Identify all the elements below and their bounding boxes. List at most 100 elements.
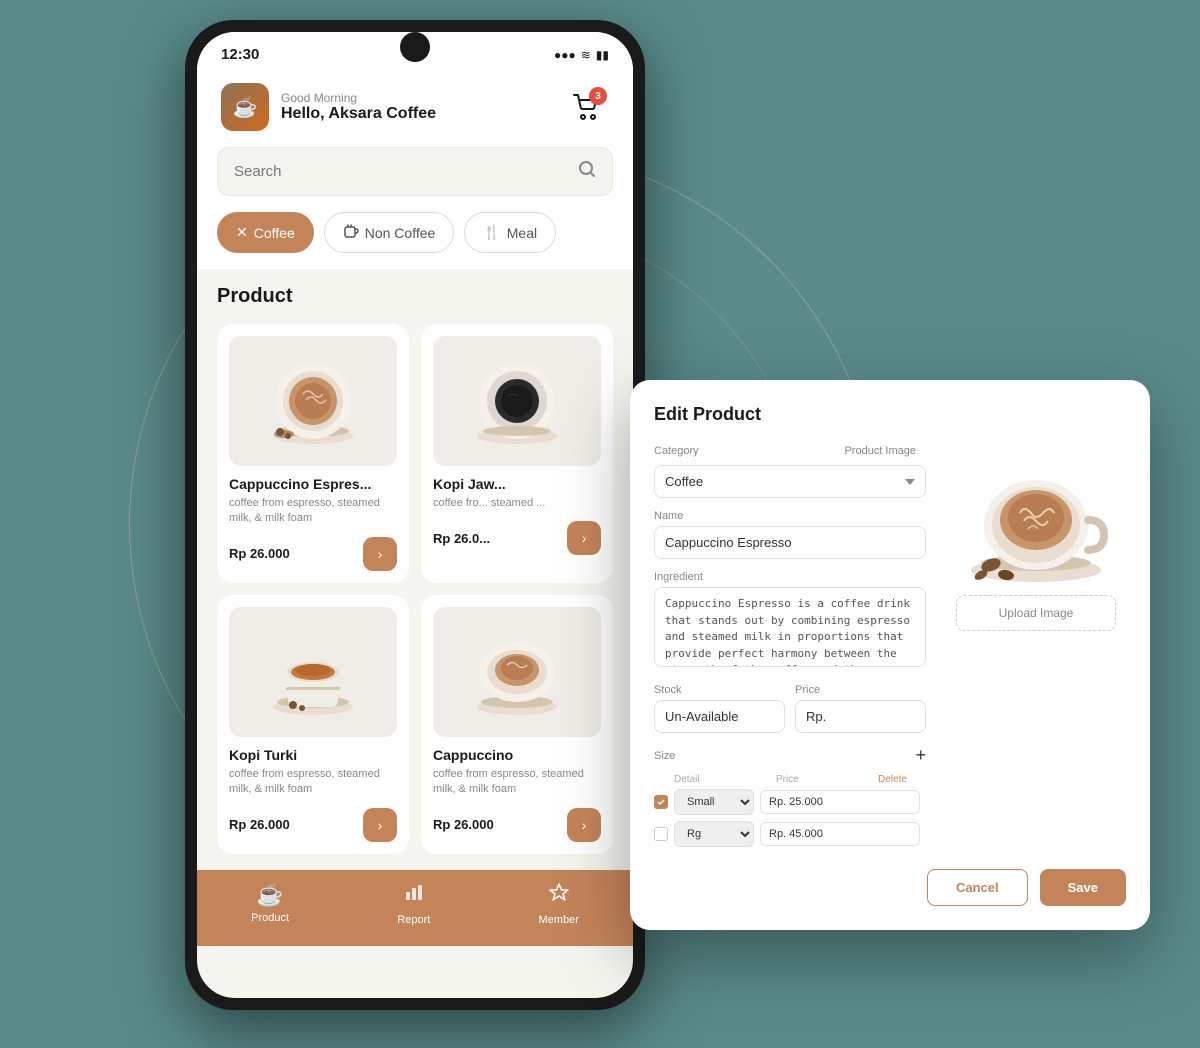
- name-input[interactable]: [654, 526, 926, 559]
- search-bar[interactable]: [217, 147, 613, 196]
- member-nav-label: Member: [539, 914, 579, 926]
- user-name: Hello, Aksara Coffee: [281, 105, 436, 123]
- product-footer-1: Rp 26.000 ›: [229, 537, 397, 571]
- nav-member[interactable]: Member: [539, 882, 579, 926]
- cart-badge: 3: [589, 87, 607, 105]
- battery-icon: ▮▮: [596, 48, 609, 62]
- member-nav-icon: [548, 882, 570, 910]
- product-arrow-3[interactable]: ›: [363, 808, 397, 842]
- ingredient-textarea[interactable]: Cappuccino Espresso is a coffee drink th…: [654, 587, 926, 667]
- product-name-3: Kopi Turki: [229, 747, 397, 763]
- product-name-4: Cappuccino: [433, 747, 601, 763]
- nav-product[interactable]: ☕ Product: [251, 882, 289, 926]
- stock-label: Stock: [654, 684, 785, 696]
- product-arrow-4[interactable]: ›: [567, 808, 601, 842]
- ingredient-label: Ingredient: [654, 571, 926, 583]
- ingredient-group: Ingredient Cappuccino Espresso is a coff…: [654, 571, 926, 672]
- product-image-4: [433, 607, 601, 737]
- size-checkbox-1[interactable]: [654, 795, 668, 809]
- nav-report[interactable]: Report: [397, 882, 430, 926]
- search-container: [197, 147, 633, 212]
- status-time: 12:30: [221, 46, 259, 63]
- product-price-4: Rp 26.000: [433, 817, 494, 832]
- size-section: Size + Detail Price Delete Small: [654, 745, 926, 847]
- product-footer-4: Rp 26.000 ›: [433, 808, 601, 842]
- price-group: Price: [795, 684, 926, 733]
- category-label: Category: [654, 445, 699, 457]
- coffee-x-icon: ✕: [236, 224, 248, 241]
- name-label: Name: [654, 510, 926, 522]
- status-icons: ●●● ≋ ▮▮: [554, 48, 609, 62]
- coffee-label: Coffee: [254, 225, 295, 241]
- product-image-label: Product Image: [844, 445, 916, 457]
- product-desc-2: coffee fro... steamed ...: [433, 496, 601, 511]
- modal-image-section: Upload Image: [946, 445, 1126, 853]
- modal-footer: Cancel Save: [654, 869, 1126, 906]
- header-text: Good Morning Hello, Aksara Coffee: [281, 91, 436, 123]
- size-checkbox-2[interactable]: [654, 827, 668, 841]
- section-title: Product: [217, 285, 613, 308]
- size-col-headers: Detail Price Delete: [654, 774, 926, 785]
- stock-input[interactable]: [654, 700, 785, 733]
- size-label: Size: [654, 750, 675, 762]
- product-nav-icon: ☕: [256, 882, 283, 908]
- meal-label: Meal: [507, 225, 537, 241]
- product-image-2: [433, 336, 601, 466]
- cup-icon: [343, 223, 359, 242]
- product-arrow-2[interactable]: ›: [567, 521, 601, 555]
- size-price-1[interactable]: [760, 790, 920, 814]
- cancel-button[interactable]: Cancel: [927, 869, 1028, 906]
- product-footer-2: Rp 26.0... ›: [433, 521, 601, 555]
- product-card-3: Kopi Turki coffee from espresso, steamed…: [217, 595, 409, 854]
- category-select[interactable]: Coffee: [654, 465, 926, 498]
- product-card-1: Cappuccino Espres... coffee from espress…: [217, 324, 409, 583]
- product-card-2: Kopi Jaw... coffee fro... steamed ... Rp…: [421, 324, 613, 583]
- product-desc-4: coffee from espresso, steamed milk, & mi…: [433, 767, 601, 798]
- product-price-1: Rp 26.000: [229, 546, 290, 561]
- size-select-1[interactable]: Small: [674, 789, 754, 815]
- header-left: ☕ Good Morning Hello, Aksara Coffee: [221, 83, 436, 131]
- wifi-icon: ≋: [581, 48, 591, 62]
- modal-form: Category Product Image Coffee Name Ingre…: [654, 445, 926, 853]
- product-section: Product: [197, 269, 633, 870]
- category-group: Coffee: [654, 465, 926, 498]
- category-coffee[interactable]: ✕ Coffee: [217, 212, 314, 253]
- report-nav-label: Report: [397, 914, 430, 926]
- size-delete-col: Delete: [878, 774, 926, 785]
- product-desc-1: coffee from espresso, steamed milk, & mi…: [229, 496, 397, 527]
- phone-screen: 12:30 ●●● ≋ ▮▮ ☕ Good Morning Hello, Aks…: [197, 32, 633, 998]
- price-input[interactable]: [795, 700, 926, 733]
- size-price-col: Price: [776, 774, 872, 785]
- avatar: ☕: [221, 83, 269, 131]
- category-meal[interactable]: 🍴 Meal: [464, 212, 556, 253]
- product-name-1: Cappuccino Espres...: [229, 476, 397, 492]
- product-price-2: Rp 26.0...: [433, 531, 490, 546]
- cart-button[interactable]: 3: [565, 85, 609, 129]
- name-group: Name: [654, 510, 926, 559]
- upload-image-button[interactable]: Upload Image: [956, 595, 1116, 631]
- size-add-button[interactable]: +: [915, 745, 926, 766]
- product-price-3: Rp 26.000: [229, 817, 290, 832]
- product-arrow-1[interactable]: ›: [363, 537, 397, 571]
- product-card-4: Cappuccino coffee from espresso, steamed…: [421, 595, 613, 854]
- search-input[interactable]: [234, 163, 568, 180]
- fork-icon: 🍴: [483, 224, 500, 241]
- product-image-1: [229, 336, 397, 466]
- product-name-2: Kopi Jaw...: [433, 476, 601, 492]
- price-label: Price: [795, 684, 926, 696]
- edit-product-modal: Edit Product Category Product Image Coff…: [630, 380, 1150, 930]
- search-icon: [578, 160, 596, 183]
- stock-group: Stock: [654, 684, 785, 733]
- size-detail-col: Detail: [674, 774, 770, 785]
- size-row-2: Rg: [654, 821, 926, 847]
- signal-icon: ●●●: [554, 48, 576, 62]
- category-non-coffee[interactable]: Non Coffee: [324, 212, 455, 253]
- app-header: ☕ Good Morning Hello, Aksara Coffee 3: [197, 71, 633, 147]
- size-price-2[interactable]: [760, 822, 920, 846]
- size-select-2[interactable]: Rg: [674, 821, 754, 847]
- save-button[interactable]: Save: [1040, 869, 1126, 906]
- non-coffee-label: Non Coffee: [365, 225, 436, 241]
- product-image-3: [229, 607, 397, 737]
- size-row-1: Small: [654, 789, 926, 815]
- product-desc-3: coffee from espresso, steamed milk, & mi…: [229, 767, 397, 798]
